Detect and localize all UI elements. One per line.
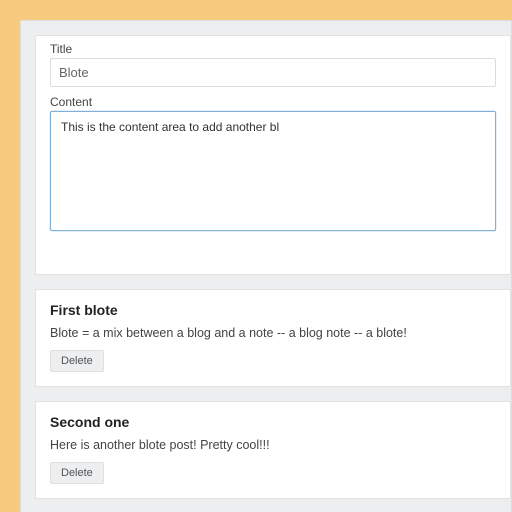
post-body: Here is another blote post! Pretty cool!… <box>50 438 496 452</box>
page-container: Title Content This is the content area t… <box>20 20 512 512</box>
editor-card: Title Content This is the content area t… <box>35 35 511 275</box>
editor-spacer <box>50 234 496 260</box>
title-input[interactable] <box>50 58 496 87</box>
post-title: Second one <box>50 414 496 430</box>
content-textarea[interactable]: This is the content area to add another … <box>50 111 496 231</box>
post-title: First blote <box>50 302 496 318</box>
delete-button[interactable]: Delete <box>50 462 104 484</box>
delete-button[interactable]: Delete <box>50 350 104 372</box>
content-label: Content <box>50 95 496 109</box>
post-card: First blote Blote = a mix between a blog… <box>35 289 511 387</box>
title-label: Title <box>50 42 496 56</box>
post-card: Second one Here is another blote post! P… <box>35 401 511 499</box>
post-body: Blote = a mix between a blog and a note … <box>50 326 496 340</box>
